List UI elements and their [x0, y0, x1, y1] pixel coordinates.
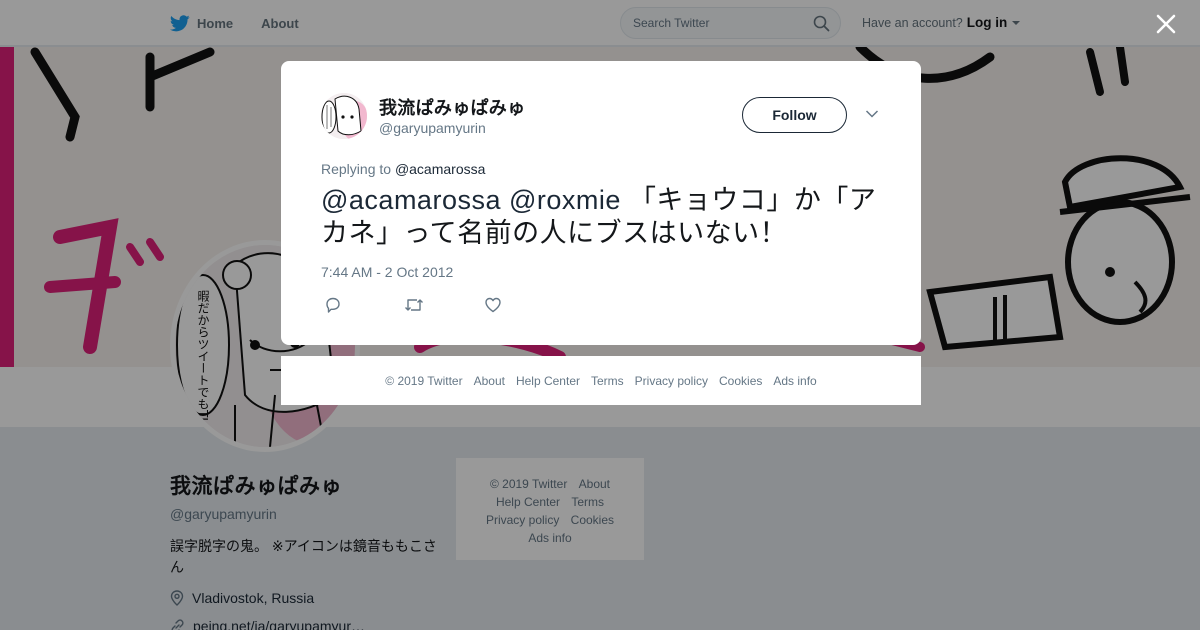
footer-help-center[interactable]: Help Center — [516, 374, 580, 388]
replying-mention[interactable]: @acamarossa — [395, 161, 485, 177]
chevron-down-icon[interactable] — [865, 109, 879, 119]
footer-terms[interactable]: Terms — [591, 374, 624, 388]
tweet-actions — [324, 296, 564, 316]
modal-footer-links: © 2019 Twitter About Help Center Terms P… — [385, 374, 816, 388]
like-action[interactable] — [484, 296, 564, 316]
footer-about[interactable]: About — [474, 374, 505, 388]
reply-action[interactable] — [324, 296, 404, 316]
tweet-text: @acamarossa @roxmie 「キョウコ」か「アカネ」って名前の人にブ… — [321, 184, 886, 250]
tweet-modal: 我流ぱみゅぱみゅ @garyupamyurin Follow Replying … — [281, 61, 921, 345]
tweet-avatar[interactable] — [321, 93, 367, 139]
footer-privacy[interactable]: Privacy policy — [635, 374, 708, 388]
footer-cookies[interactable]: Cookies — [719, 374, 762, 388]
tweet-mention-roxmie[interactable]: @roxmie — [509, 185, 621, 215]
reply-icon — [326, 297, 340, 313]
replying-to: Replying to @acamarossa — [321, 161, 485, 177]
tweet-timestamp[interactable]: 7:44 AM - 2 Oct 2012 — [321, 264, 453, 280]
tweet-mention-acamarossa[interactable]: @acamarossa — [321, 185, 501, 215]
modal-footer: © 2019 Twitter About Help Center Terms P… — [281, 356, 921, 405]
tweet-author-handle[interactable]: @garyupamyurin — [379, 120, 486, 136]
heart-icon — [485, 297, 501, 313]
tweet-avatar-illustration — [321, 93, 367, 139]
retweet-action[interactable] — [404, 296, 484, 316]
replying-prefix: Replying to — [321, 161, 392, 177]
footer-copyright: © 2019 Twitter — [385, 373, 463, 388]
tweet-author-name[interactable]: 我流ぱみゅぱみゅ — [379, 94, 525, 120]
follow-button[interactable]: Follow — [742, 97, 847, 133]
close-icon[interactable] — [1154, 12, 1178, 36]
retweet-icon — [405, 299, 423, 311]
footer-ads-info[interactable]: Ads info — [773, 374, 816, 388]
